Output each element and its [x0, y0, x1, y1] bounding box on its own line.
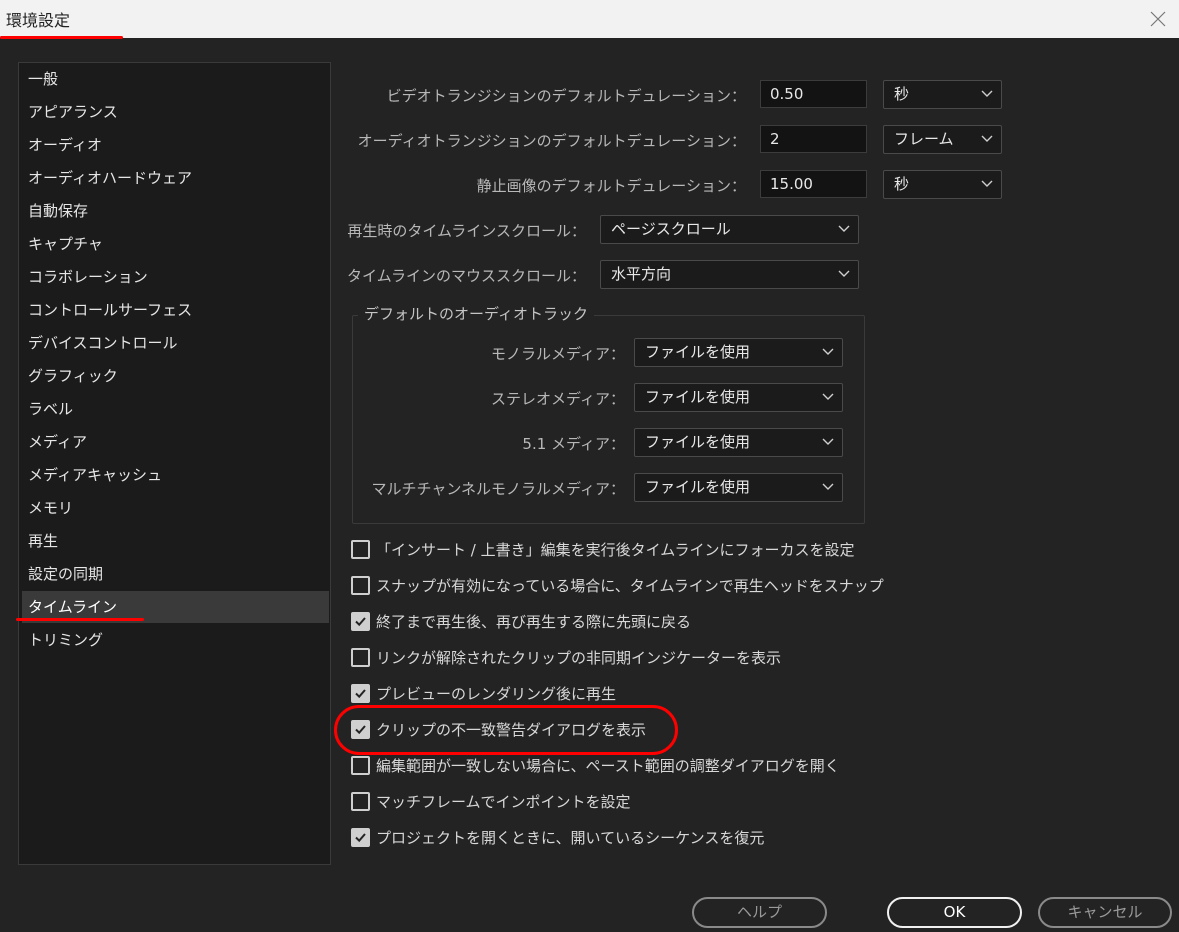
checkbox-box[interactable] — [351, 648, 370, 667]
checkbox-label: スナップが有効になっている場合に、タイムラインで再生ヘッドをスナップ — [376, 577, 884, 595]
checkmark-icon — [355, 833, 366, 843]
checkmark-icon — [355, 725, 366, 735]
checkbox-label: 終了まで再生後、再び再生する際に先頭に戻る — [376, 613, 692, 631]
checkbox-box[interactable] — [351, 576, 370, 595]
video-transition-unit: 秒 — [894, 85, 910, 103]
checkbox-box[interactable] — [351, 720, 370, 739]
sidebar-item-media-cache[interactable]: メディアキャッシュ — [22, 459, 329, 491]
sidebar-item-device-control[interactable]: デバイスコントロール — [22, 327, 329, 359]
chevron-down-icon — [838, 270, 850, 277]
chevron-down-icon — [822, 348, 834, 355]
chevron-down-icon — [822, 483, 834, 490]
audio-transition-unit-dropdown[interactable]: フレーム — [883, 125, 1002, 154]
chevron-down-icon — [822, 393, 834, 400]
mouse-scroll-value: 水平方向 — [611, 265, 672, 283]
still-image-input[interactable]: 15.00 — [760, 170, 867, 198]
checkmark-icon — [355, 689, 366, 699]
sidebar-item-memory[interactable]: メモリ — [22, 492, 329, 524]
mouse-scroll-label: タイムラインのマウススクロール： — [347, 267, 586, 285]
help-button[interactable]: ヘルプ — [692, 897, 827, 928]
stereo-media-dropdown[interactable]: ファイルを使用 — [634, 383, 843, 412]
checkbox-box[interactable] — [351, 684, 370, 703]
default-audio-tracks-title: デフォルトのオーディオトラック — [358, 303, 594, 324]
close-button[interactable] — [1137, 0, 1179, 38]
playback-scroll-value: ページスクロール — [611, 220, 731, 238]
checkbox-box[interactable] — [351, 828, 370, 847]
five-one-media-value: ファイルを使用 — [645, 433, 751, 451]
video-transition-unit-dropdown[interactable]: 秒 — [883, 80, 1002, 109]
category-sidebar: 一般 アピアランス オーディオ オーディオハードウェア 自動保存 キャプチャ コ… — [18, 62, 331, 865]
sidebar-item-control-surface[interactable]: コントロールサーフェス — [22, 294, 329, 326]
video-transition-input[interactable]: 0.50 — [760, 80, 867, 108]
stereo-media-value: ファイルを使用 — [645, 388, 751, 406]
checkmark-icon — [355, 617, 366, 627]
mono-media-value: ファイルを使用 — [645, 343, 751, 361]
title-underline-annotation — [0, 36, 123, 39]
sidebar-item-trimming[interactable]: トリミング — [22, 624, 329, 656]
five-one-media-dropdown[interactable]: ファイルを使用 — [634, 428, 843, 457]
checkbox-label: 「インサート / 上書き」編集を実行後タイムラインにフォーカスを設定 — [376, 541, 855, 559]
sidebar-item-appearance[interactable]: アピアランス — [22, 96, 329, 128]
sidebar-item-collaboration[interactable]: コラボレーション — [22, 261, 329, 293]
checkbox-label: 編集範囲が一致しない場合に、ペースト範囲の調整ダイアログを開く — [376, 757, 840, 775]
playback-scroll-label: 再生時のタイムラインスクロール： — [347, 222, 586, 240]
checkbox-label: プレビューのレンダリング後に再生 — [376, 685, 617, 703]
checkbox-box[interactable] — [351, 540, 370, 559]
audio-transition-unit: フレーム — [894, 130, 954, 148]
checkbox-label: クリップの不一致警告ダイアログを表示 — [376, 721, 647, 739]
timeline-underline-annotation — [16, 618, 144, 621]
title-bar: 環境設定 — [0, 0, 1179, 38]
chevron-down-icon — [981, 90, 993, 97]
mono-media-dropdown[interactable]: ファイルを使用 — [634, 338, 843, 367]
sidebar-item-auto-save[interactable]: 自動保存 — [22, 195, 329, 227]
window-title: 環境設定 — [6, 11, 71, 30]
multichannel-mono-media-value: ファイルを使用 — [645, 478, 751, 496]
sidebar-item-playback[interactable]: 再生 — [22, 525, 329, 557]
sidebar-item-sync-settings[interactable]: 設定の同期 — [22, 558, 329, 590]
close-icon — [1150, 11, 1166, 27]
mouse-scroll-dropdown[interactable]: 水平方向 — [600, 260, 859, 289]
multichannel-mono-media-label: マルチチャンネルモノラルメディア： — [371, 480, 625, 498]
still-image-label: 静止画像のデフォルトデュレーション： — [476, 177, 746, 195]
audio-transition-label: オーディオトランジションのデフォルトデュレーション： — [357, 132, 746, 150]
sidebar-item-media[interactable]: メディア — [22, 426, 329, 458]
audio-transition-input[interactable]: 2 — [760, 125, 867, 153]
multichannel-mono-media-dropdown[interactable]: ファイルを使用 — [634, 473, 843, 502]
still-image-unit: 秒 — [894, 175, 910, 193]
mono-media-label: モノラルメディア： — [491, 345, 625, 363]
sidebar-item-capture[interactable]: キャプチャ — [22, 228, 329, 260]
ok-button[interactable]: OK — [887, 897, 1022, 928]
chevron-down-icon — [981, 135, 993, 142]
checkbox-label: プロジェクトを開くときに、開いているシーケンスを復元 — [376, 829, 765, 847]
checkbox-box[interactable] — [351, 612, 370, 631]
playback-scroll-dropdown[interactable]: ページスクロール — [600, 215, 859, 244]
still-image-unit-dropdown[interactable]: 秒 — [883, 170, 1002, 199]
chevron-down-icon — [822, 438, 834, 445]
chevron-down-icon — [981, 180, 993, 187]
cancel-button[interactable]: キャンセル — [1038, 897, 1172, 928]
sidebar-item-audio[interactable]: オーディオ — [22, 129, 329, 161]
sidebar-item-audio-hardware[interactable]: オーディオハードウェア — [22, 162, 329, 194]
checkbox-label: マッチフレームでインポイントを設定 — [376, 793, 631, 811]
checkbox-label: リンクが解除されたクリップの非同期インジケーターを表示 — [376, 649, 782, 667]
sidebar-item-general[interactable]: 一般 — [22, 63, 329, 95]
sidebar-item-labels[interactable]: ラベル — [22, 393, 329, 425]
five-one-media-label: 5.1 メディア： — [522, 435, 625, 453]
checkbox-box[interactable] — [351, 756, 370, 775]
checkbox-box[interactable] — [351, 792, 370, 811]
video-transition-label: ビデオトランジションのデフォルトデュレーション： — [386, 87, 746, 105]
sidebar-item-graphics[interactable]: グラフィック — [22, 360, 329, 392]
stereo-media-label: ステレオメディア： — [491, 390, 625, 408]
chevron-down-icon — [838, 225, 850, 232]
